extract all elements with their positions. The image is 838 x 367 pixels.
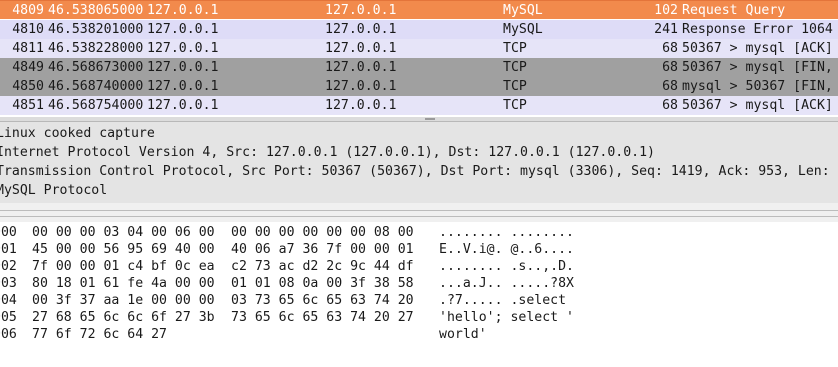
hex-bytes[interactable]: 00 00 00 03 04 00 06 00 <box>32 224 215 241</box>
packet-source: 127.0.0.1 <box>147 98 219 113</box>
packet-length: 241 <box>654 22 678 37</box>
packet-destination: 127.0.0.1 <box>325 22 397 37</box>
packet-info: Request Query <box>682 3 786 18</box>
packet-time: 46.538228000 <box>48 41 144 56</box>
packet-number: 4849 <box>12 60 44 75</box>
packet-length: 68 <box>662 41 678 56</box>
packet-info: Response Error 1064 <box>682 22 833 37</box>
packet-info: 50367 > mysql [ACK] <box>682 41 833 56</box>
packet-protocol: MySQL <box>503 3 543 18</box>
packet-destination: 127.0.0.1 <box>325 3 397 18</box>
packet-length: 102 <box>654 3 678 18</box>
packet-length: 68 <box>662 98 678 113</box>
hex-bytes[interactable]: 80 18 01 61 fe 4a 00 00 <box>32 275 215 292</box>
ascii-bytes[interactable]: ........ ........ <box>439 224 574 241</box>
hex-bytes[interactable]: c2 73 ac d2 2c 9c 44 df <box>231 258 414 275</box>
hex-offset[interactable]: 0010 <box>0 241 17 258</box>
packet-info: 50367 > mysql [FIN, <box>682 60 833 75</box>
packet-details-pane: Linux cooked capture Internet Protocol Ve… <box>0 122 838 203</box>
scrollbar-grip-icon <box>425 118 435 120</box>
packet-length: 68 <box>662 79 678 94</box>
packet-protocol: TCP <box>503 41 527 56</box>
packet-destination: 127.0.0.1 <box>325 60 397 75</box>
hex-offset[interactable]: 0030 <box>0 275 17 292</box>
packet-time: 46.538065000 <box>48 3 144 18</box>
packet-number: 4810 <box>12 22 44 37</box>
hex-bytes[interactable]: 00 00 00 00 00 00 08 00 <box>231 224 414 241</box>
detail-tree-item[interactable]: Internet Protocol Version 4, Src: 127.0.… <box>0 143 655 162</box>
hex-offset[interactable]: 0020 <box>0 258 17 275</box>
packet-row[interactable]: 4850 46.568740000 127.0.0.1 127.0.0.1 TCP 68 m… <box>0 77 838 96</box>
hex-bytes[interactable]: 00 3f 37 aa 1e 00 00 00 <box>32 292 215 309</box>
packet-source: 127.0.0.1 <box>147 3 219 18</box>
packet-number: 4850 <box>12 79 44 94</box>
packet-row[interactable]: 4851 46.568754000 127.0.0.1 127.0.0.1 TCP 68 5… <box>0 96 838 115</box>
packet-row[interactable]: 4810 46.538201000 127.0.0.1 127.0.0.1 MySQL 2… <box>0 20 838 39</box>
packet-time: 46.568673000 <box>48 60 144 75</box>
packet-destination: 127.0.0.1 <box>325 79 397 94</box>
ascii-bytes[interactable]: world' <box>439 326 487 343</box>
packet-number: 4809 <box>12 3 44 18</box>
packet-protocol: TCP <box>503 60 527 75</box>
packet-bytes-pane: 0000 00 00 00 03 04 00 06 00 00 00 00 00 0… <box>0 222 838 367</box>
packet-row[interactable]: 4849 46.568673000 127.0.0.1 127.0.0.1 TCP 68 5… <box>0 58 838 77</box>
hex-bytes[interactable]: 40 06 a7 36 7f 00 00 01 <box>231 241 414 258</box>
packet-length: 68 <box>662 60 678 75</box>
ascii-bytes[interactable]: ........ .s..,.D. <box>439 258 574 275</box>
packet-time: 46.538201000 <box>48 22 144 37</box>
hex-bytes[interactable]: 01 01 08 0a 00 3f 38 58 <box>231 275 414 292</box>
hex-bytes[interactable]: 73 65 6c 65 63 74 20 27 <box>231 309 414 326</box>
packet-source: 127.0.0.1 <box>147 60 219 75</box>
ascii-bytes[interactable]: 'hello'; select ' <box>439 309 574 326</box>
pane-splitter[interactable] <box>0 203 838 222</box>
packet-destination: 127.0.0.1 <box>325 98 397 113</box>
packet-destination: 127.0.0.1 <box>325 41 397 56</box>
packet-number: 4811 <box>12 41 44 56</box>
packet-protocol: TCP <box>503 79 527 94</box>
ascii-bytes[interactable]: .?7..... .select <box>439 292 574 309</box>
packet-source: 127.0.0.1 <box>147 41 219 56</box>
packet-protocol: MySQL <box>503 22 543 37</box>
ascii-bytes[interactable]: ...a.J.. .....?8X <box>439 275 574 292</box>
hex-offset[interactable]: 0040 <box>0 292 17 309</box>
detail-tree-item[interactable]: Linux cooked capture <box>0 124 155 143</box>
hex-offset[interactable]: 0000 <box>0 224 17 241</box>
detail-tree-item[interactable]: Transmission Control Protocol, Src Port:… <box>0 162 838 181</box>
packet-source: 127.0.0.1 <box>147 22 219 37</box>
hex-offset[interactable]: 0060 <box>0 326 17 343</box>
packet-source: 127.0.0.1 <box>147 79 219 94</box>
hex-bytes[interactable]: 03 73 65 6c 65 63 74 20 <box>231 292 414 309</box>
detail-tree-item[interactable]: MySQL Protocol <box>0 181 107 200</box>
packet-time: 46.568740000 <box>48 79 144 94</box>
packet-number: 4851 <box>12 98 44 113</box>
hex-offset[interactable]: 0050 <box>0 309 17 326</box>
hex-bytes[interactable]: 7f 00 00 01 c4 bf 0c ea <box>32 258 215 275</box>
hex-bytes[interactable]: 77 6f 72 6c 64 27 <box>32 326 167 343</box>
packet-row[interactable]: 4811 46.538228000 127.0.0.1 127.0.0.1 TCP 68 5… <box>0 39 838 58</box>
hex-bytes[interactable]: 27 68 65 6c 6c 6f 27 3b <box>32 309 215 326</box>
ascii-bytes[interactable]: E..V.i@. @..6.... <box>439 241 574 258</box>
hex-bytes[interactable]: 45 00 00 56 95 69 40 00 <box>32 241 215 258</box>
splitter-line <box>0 210 838 211</box>
packet-list: 4809 46.538065000 127.0.0.1 127.0.0.1 MySQL 1… <box>0 0 838 118</box>
packet-time: 46.568754000 <box>48 98 144 113</box>
packet-row[interactable]: 4809 46.538065000 127.0.0.1 127.0.0.1 MySQL 1… <box>0 0 838 19</box>
packet-protocol: TCP <box>503 98 527 113</box>
packet-info: mysql > 50367 [FIN, <box>682 79 833 94</box>
packet-info: 50367 > mysql [ACK] <box>682 98 833 113</box>
splitter-line <box>0 216 838 217</box>
